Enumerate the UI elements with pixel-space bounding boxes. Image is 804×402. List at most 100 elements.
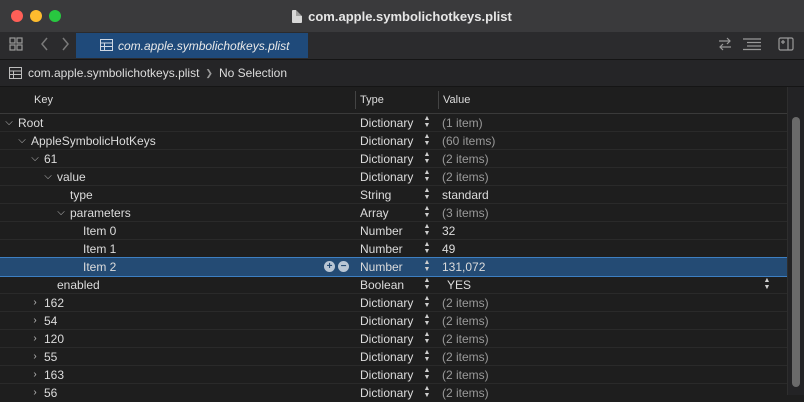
row-type[interactable]: Dictionary	[360, 132, 413, 150]
type-stepper-icon[interactable]: ▲ ▼	[423, 367, 431, 383]
forward-chevron-icon[interactable]	[56, 37, 74, 53]
table-icon	[9, 67, 22, 79]
type-stepper-icon[interactable]: ▲ ▼	[423, 277, 431, 293]
vertical-scrollbar[interactable]	[787, 87, 804, 395]
row-type[interactable]: Dictionary	[360, 114, 413, 132]
table-row[interactable]: Item 0 Number ▲ ▼ 32	[0, 222, 787, 240]
table-row[interactable]: › 54 Dictionary ▲ ▼ (2 items)	[0, 312, 787, 330]
row-key: 162	[44, 296, 65, 310]
type-stepper-icon[interactable]: ▲ ▼	[423, 133, 431, 149]
title-bar: com.apple.symbolichotkeys.plist	[0, 0, 804, 32]
row-type[interactable]: Dictionary	[360, 348, 413, 366]
row-value[interactable]: 32	[442, 222, 455, 240]
remove-item-icon[interactable]: −	[338, 261, 349, 272]
row-key: 55	[44, 350, 58, 364]
row-value[interactable]: 49	[442, 240, 455, 258]
table-icon	[100, 39, 113, 54]
type-stepper-icon[interactable]: ▲ ▼	[423, 313, 431, 329]
row-type[interactable]: Dictionary	[360, 294, 413, 312]
row-value: (2 items)	[442, 332, 489, 346]
column-header-type[interactable]: Type	[360, 87, 384, 113]
table-row[interactable]: ⌵ parameters Array ▲ ▼ (3 items)	[0, 204, 787, 222]
type-stepper-icon[interactable]: ▲ ▼	[423, 295, 431, 311]
row-type[interactable]: Dictionary	[360, 312, 413, 330]
row-type[interactable]: Dictionary	[360, 150, 413, 168]
column-divider[interactable]	[355, 91, 356, 109]
table-row[interactable]: › 120 Dictionary ▲ ▼ (2 items)	[0, 330, 787, 348]
row-type[interactable]: Number	[360, 258, 403, 276]
tab-plist-file[interactable]: com.apple.symbolichotkeys.plist	[76, 33, 308, 58]
type-stepper-icon[interactable]: ▲ ▼	[423, 169, 431, 185]
disclosure-expanded-icon[interactable]: ⌵	[56, 204, 66, 222]
row-type[interactable]: String	[360, 186, 391, 204]
disclosure-collapsed-icon[interactable]: ›	[30, 348, 40, 366]
boolean-value-popup[interactable]: YES	[447, 276, 471, 294]
row-key: Root	[18, 116, 44, 130]
row-key: AppleSymbolicHotKeys	[31, 134, 156, 148]
table-row[interactable]: type String ▲ ▼ standard	[0, 186, 787, 204]
disclosure-expanded-icon[interactable]: ⌵	[17, 132, 27, 150]
table-row[interactable]: › 162 Dictionary ▲ ▼ (2 items)	[0, 294, 787, 312]
row-value[interactable]: standard	[442, 186, 489, 204]
row-type[interactable]: Number	[360, 240, 403, 258]
table-row[interactable]: › 56 Dictionary ▲ ▼ (2 items)	[0, 384, 787, 402]
table-row[interactable]: enabled Boolean ▲ ▼ YES ▲ ▼	[0, 276, 787, 294]
table-row[interactable]: ⌵ Root Dictionary ▲ ▼ (1 item)	[0, 114, 787, 132]
swap-arrows-icon[interactable]	[716, 37, 734, 53]
row-type[interactable]: Dictionary	[360, 384, 413, 402]
row-key: 163	[44, 368, 65, 382]
type-stepper-icon[interactable]: ▲ ▼	[423, 115, 431, 131]
row-key: type	[70, 188, 93, 202]
column-header-key[interactable]: Key	[34, 87, 53, 113]
column-divider[interactable]	[438, 91, 439, 109]
type-stepper-icon[interactable]: ▲ ▼	[423, 205, 431, 221]
table-row-selected[interactable]: Item 2 + − Number ▲ ▼ 131,072	[0, 257, 788, 277]
type-stepper-icon[interactable]: ▲ ▼	[423, 151, 431, 167]
row-type[interactable]: Dictionary	[360, 168, 413, 186]
tab-label: com.apple.symbolichotkeys.plist	[118, 38, 290, 53]
type-stepper-icon[interactable]: ▲ ▼	[423, 385, 431, 401]
add-item-icon[interactable]: +	[324, 261, 335, 272]
type-stepper-icon[interactable]: ▲ ▼	[423, 331, 431, 347]
sidebar-toggle-icon[interactable]	[777, 37, 795, 53]
row-type[interactable]: Number	[360, 222, 403, 240]
row-type[interactable]: Array	[360, 204, 389, 222]
type-stepper-icon[interactable]: ▲ ▼	[423, 349, 431, 365]
table-row[interactable]: ⌵ 61 Dictionary ▲ ▼ (2 items)	[0, 150, 787, 168]
disclosure-expanded-icon[interactable]: ⌵	[30, 150, 40, 168]
row-key: enabled	[57, 278, 100, 292]
boolean-stepper-icon[interactable]: ▲ ▼	[763, 277, 771, 291]
row-key: 120	[44, 332, 65, 346]
breadcrumb-file[interactable]: com.apple.symbolichotkeys.plist	[28, 66, 199, 80]
type-stepper-icon[interactable]: ▲ ▼	[423, 259, 431, 275]
table-row[interactable]: ⌵ value Dictionary ▲ ▼ (2 items)	[0, 168, 787, 186]
row-type[interactable]: Dictionary	[360, 330, 413, 348]
disclosure-collapsed-icon[interactable]: ›	[30, 384, 40, 402]
row-value[interactable]: 131,072	[442, 258, 485, 276]
grid-view-icon[interactable]	[7, 37, 25, 53]
disclosure-collapsed-icon[interactable]: ›	[30, 330, 40, 348]
type-stepper-icon[interactable]: ▲ ▼	[423, 187, 431, 203]
disclosure-expanded-icon[interactable]: ⌵	[4, 114, 14, 132]
breadcrumb-selection[interactable]: No Selection	[219, 66, 287, 80]
disclosure-collapsed-icon[interactable]: ›	[30, 312, 40, 330]
disclosure-collapsed-icon[interactable]: ›	[30, 294, 40, 312]
row-key: 54	[44, 314, 58, 328]
table-row[interactable]: Item 1 Number ▲ ▼ 49	[0, 240, 787, 258]
outline-rows: ⌵ Root Dictionary ▲ ▼ (1 item) ⌵ AppleSym…	[0, 114, 788, 402]
type-stepper-icon[interactable]: ▲ ▼	[423, 241, 431, 257]
column-header-value[interactable]: Value	[443, 87, 470, 113]
list-lines-icon[interactable]	[741, 37, 763, 53]
table-row[interactable]: › 163 Dictionary ▲ ▼ (2 items)	[0, 366, 787, 384]
row-type[interactable]: Boolean	[360, 276, 404, 294]
row-type[interactable]: Dictionary	[360, 366, 413, 384]
row-value: (2 items)	[442, 152, 489, 166]
row-value: (2 items)	[442, 296, 489, 310]
scrollbar-thumb[interactable]	[792, 117, 800, 387]
disclosure-collapsed-icon[interactable]: ›	[30, 366, 40, 384]
table-row[interactable]: ⌵ AppleSymbolicHotKeys Dictionary ▲ ▼ (60…	[0, 132, 787, 150]
disclosure-expanded-icon[interactable]: ⌵	[43, 168, 53, 186]
type-stepper-icon[interactable]: ▲ ▼	[423, 223, 431, 239]
back-chevron-icon[interactable]	[36, 37, 54, 53]
table-row[interactable]: › 55 Dictionary ▲ ▼ (2 items)	[0, 348, 787, 366]
